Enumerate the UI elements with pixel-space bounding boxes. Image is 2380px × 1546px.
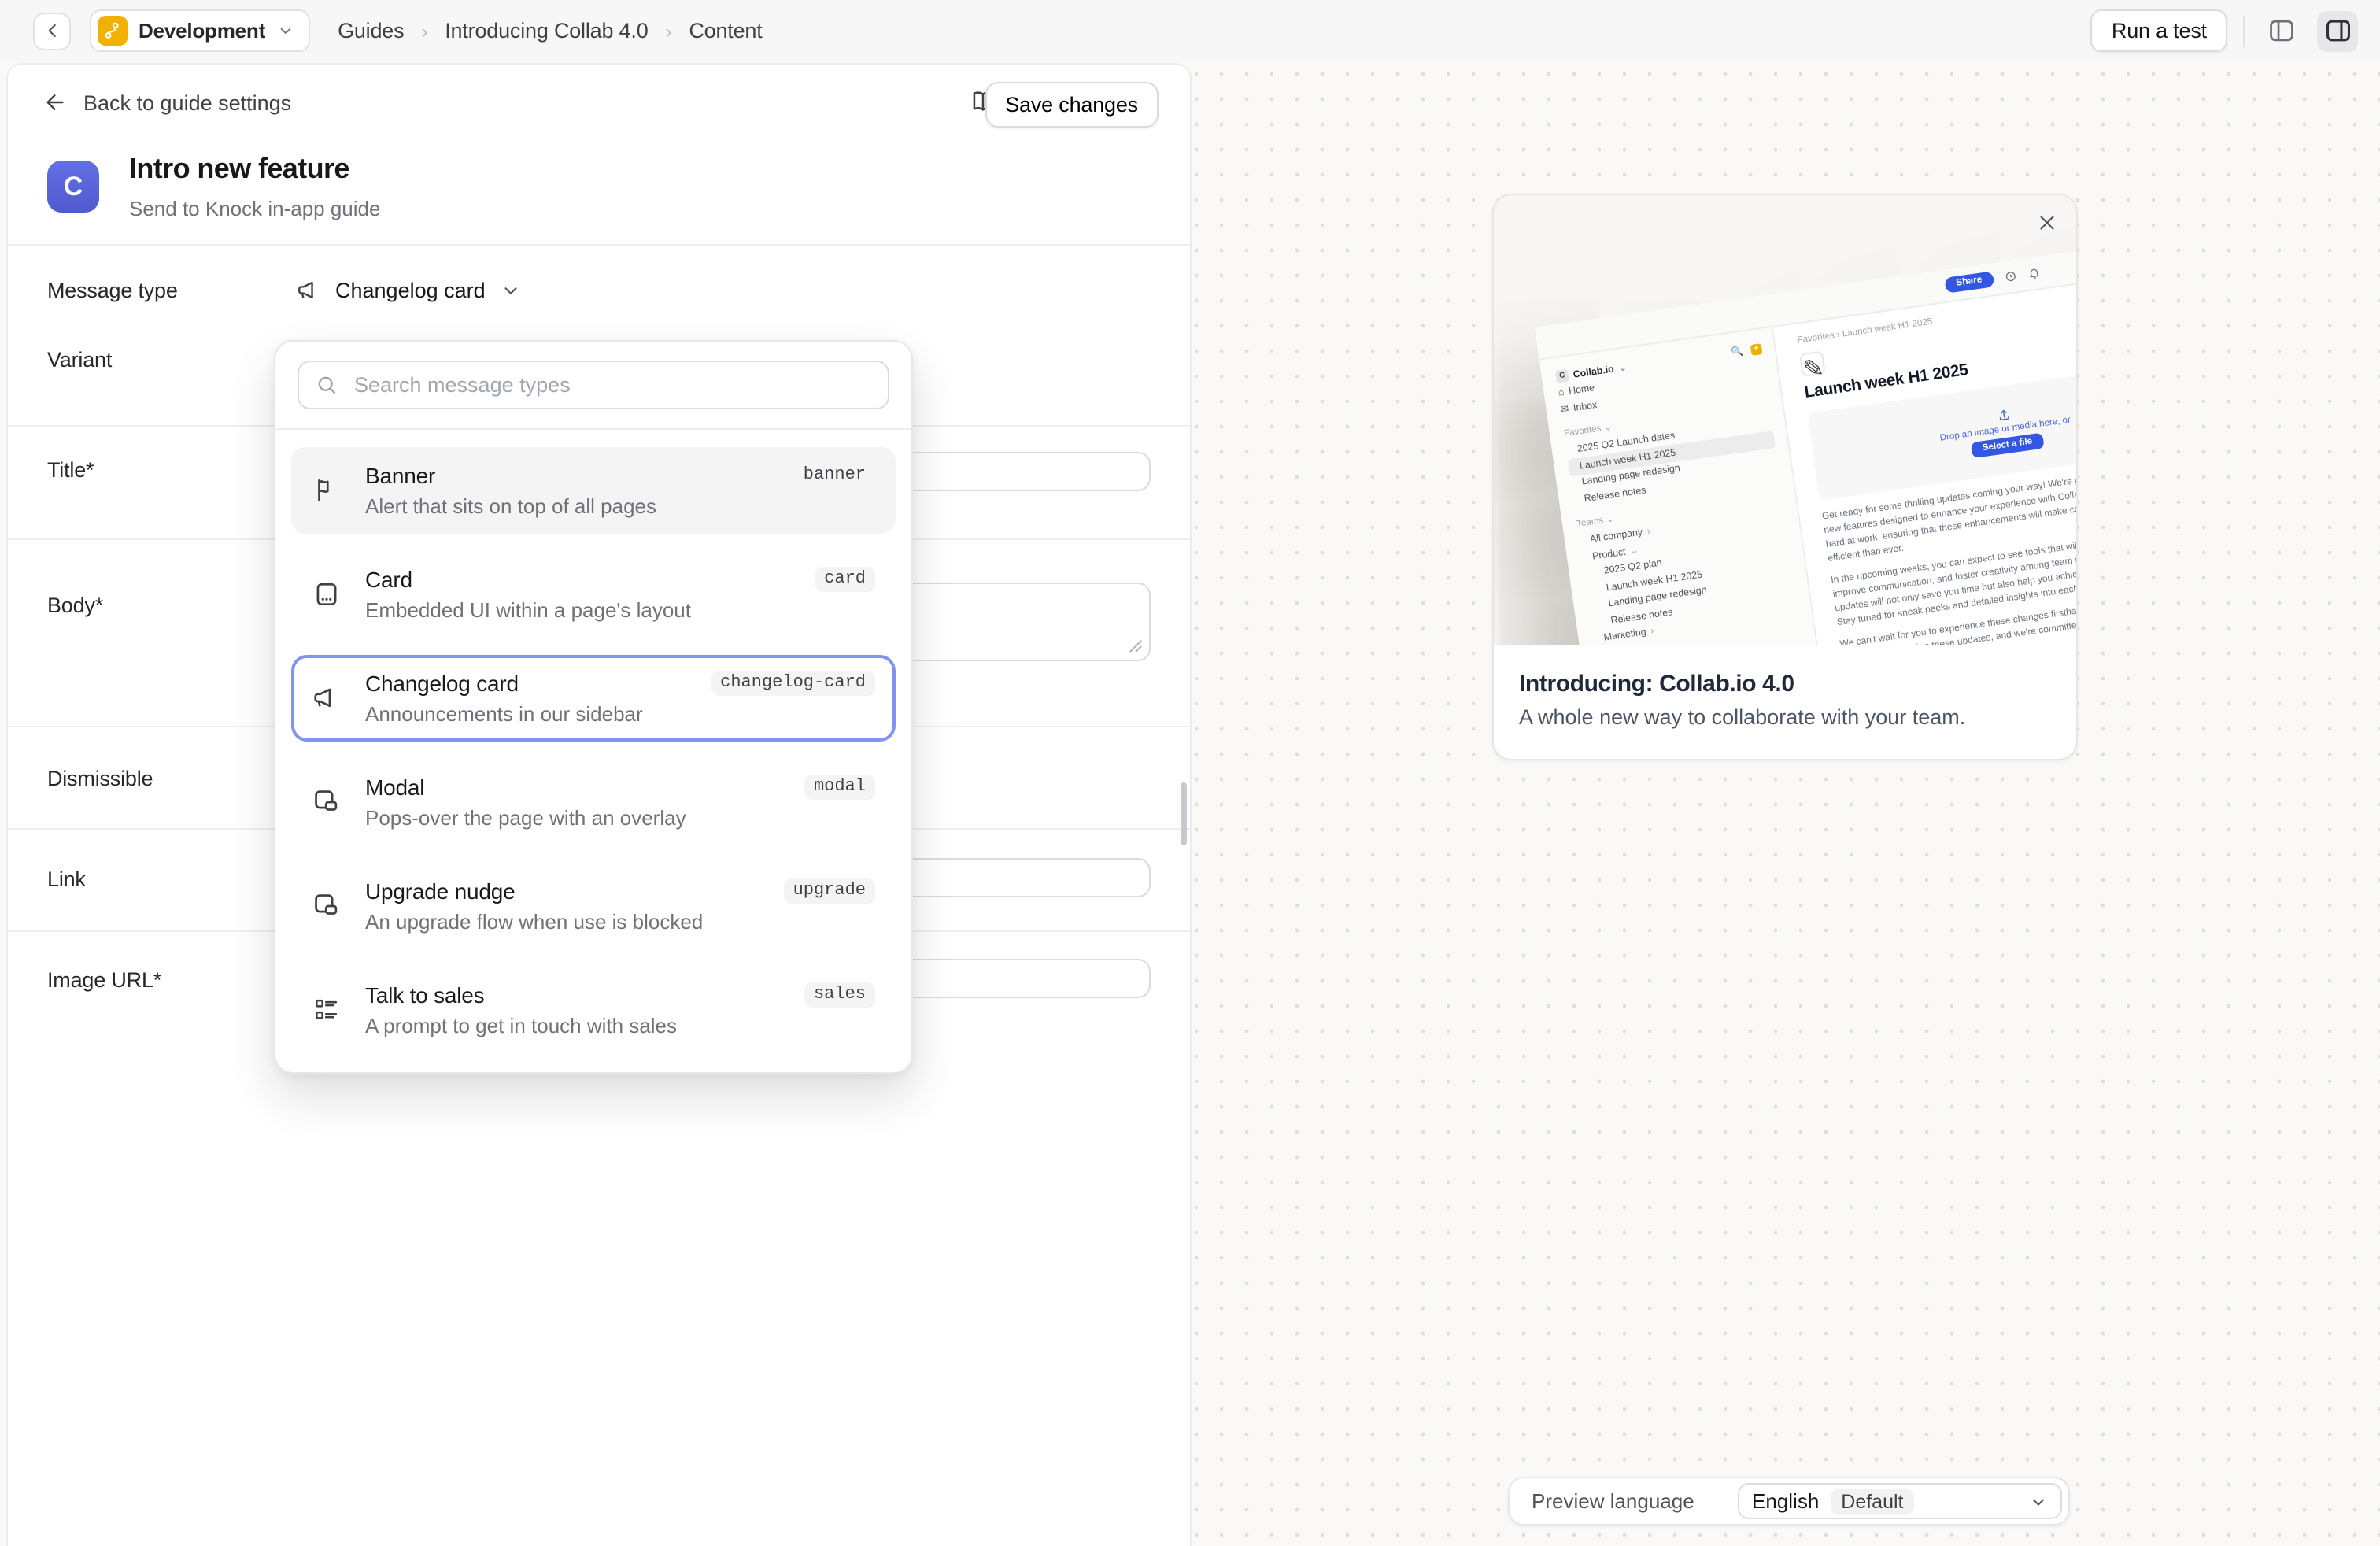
close-icon — [2035, 211, 2059, 235]
breadcrumb: Guides › Introducing Collab 4.0 › Conten… — [338, 19, 762, 43]
message-type-option-changelog-card[interactable]: Changelog card Announcements in our side… — [291, 655, 896, 742]
chevron-down-icon — [2029, 1492, 2048, 1511]
preview-card-footer: Introducing: Collab.io 4.0 A whole new w… — [1494, 645, 2076, 759]
top-bar: Development Guides › Introducing Collab … — [0, 0, 2380, 61]
chevron-down-icon — [276, 22, 294, 39]
back-link-label: Back to guide settings — [83, 91, 291, 114]
arrow-left-icon — [42, 90, 68, 115]
option-description: Announcements in our sidebar — [365, 702, 643, 726]
option-code-badge: card — [815, 567, 875, 592]
preview-card-subtitle: A whole new way to collaborate with your… — [1519, 705, 2051, 729]
megaphone-icon — [296, 277, 323, 304]
message-type-option-modal[interactable]: Modal Pops-over the page with an overlay… — [291, 759, 896, 845]
megaphone-icon — [312, 683, 342, 713]
guide-avatar: C — [47, 161, 99, 213]
option-code-badge: modal — [804, 775, 875, 800]
breadcrumb-guide-name[interactable]: Introducing Collab 4.0 — [445, 19, 648, 43]
preview-card-title: Introducing: Collab.io 4.0 — [1519, 671, 2051, 697]
back-chevron-button[interactable] — [33, 12, 71, 50]
option-code-badge: sales — [804, 982, 875, 1008]
language-value: English — [1752, 1489, 1819, 1513]
chevron-down-icon — [501, 280, 522, 301]
message-type-label: Message type — [47, 279, 178, 302]
close-button[interactable] — [2035, 211, 2059, 235]
search-input[interactable] — [351, 372, 872, 398]
message-type-option-card[interactable]: Card Embedded UI within a page's layout … — [291, 551, 896, 638]
option-title: Upgrade nudge — [365, 878, 703, 905]
modal-icon — [312, 787, 342, 817]
chevron-left-icon — [42, 20, 62, 41]
option-title: Changelog card — [365, 671, 643, 697]
title-field-label: Title* — [47, 458, 94, 482]
breadcrumb-separator-icon: › — [666, 20, 672, 42]
message-type-selector[interactable]: Changelog card — [296, 277, 522, 304]
mock-doc-icon: ✎ — [1799, 350, 1826, 377]
option-description: Alert that sits on top of all pages — [365, 494, 656, 518]
panel-right-icon — [2323, 16, 2352, 46]
body-field-label: Body* — [47, 594, 103, 617]
variant-label: Variant — [47, 348, 112, 372]
option-description: Pops-over the page with an overlay — [365, 806, 686, 830]
preview-language-label: Preview language — [1532, 1489, 1694, 1513]
search-icon — [315, 373, 338, 397]
environment-label: Development — [139, 19, 265, 43]
message-type-option-upgrade-nudge[interactable]: Upgrade nudge An upgrade flow when use i… — [291, 863, 896, 949]
image-url-field-label: Image URL* — [47, 968, 161, 992]
back-to-guide-settings-link[interactable]: Back to guide settings — [42, 90, 291, 115]
option-title: Modal — [365, 775, 686, 801]
overlay-icon — [312, 891, 342, 921]
page-subtitle: Send to Knock in-app guide — [129, 197, 380, 220]
breadcrumb-separator-icon: › — [421, 20, 427, 42]
divider — [275, 428, 911, 430]
breadcrumb-guides[interactable]: Guides — [338, 19, 404, 43]
option-title: Talk to sales — [365, 982, 677, 1009]
dismissible-label: Dismissible — [47, 767, 153, 790]
language-default-badge: Default — [1830, 1489, 1914, 1514]
git-branch-icon — [98, 16, 128, 46]
panel-left-icon — [2266, 16, 2296, 46]
option-description: An upgrade flow when use is blocked — [365, 910, 703, 934]
message-type-dropdown: Banner Alert that sits on top of all pag… — [274, 340, 913, 1074]
page-title: Intro new feature — [129, 153, 349, 186]
message-type-option-banner[interactable]: Banner Alert that sits on top of all pag… — [291, 447, 896, 534]
preview-language-bar: Preview language English Default — [1508, 1477, 2070, 1526]
toolbar-divider — [2243, 15, 2245, 46]
breadcrumb-content: Content — [689, 19, 762, 43]
mock-share-button: Share — [1944, 271, 1994, 293]
option-code-badge: banner — [794, 463, 875, 488]
option-description: A prompt to get in touch with sales — [365, 1014, 677, 1037]
save-changes-button[interactable]: Save changes — [985, 82, 1159, 128]
app-window: Development Guides › Introducing Collab … — [0, 0, 2380, 1546]
link-field-label: Link — [47, 867, 86, 891]
language-select[interactable]: English Default — [1738, 1483, 2062, 1519]
toggle-right-panel-button[interactable] — [2317, 10, 2358, 51]
option-code-badge: upgrade — [784, 878, 875, 904]
option-title: Banner — [365, 463, 656, 490]
option-description: Embedded UI within a page's layout — [365, 598, 691, 622]
divider — [8, 244, 1190, 246]
history-icon — [2003, 269, 2017, 283]
upload-icon — [1995, 406, 2011, 422]
toggle-left-panel-button[interactable] — [2260, 10, 2301, 51]
card-icon — [312, 579, 342, 609]
resize-handle-icon[interactable] — [1129, 639, 1143, 653]
message-type-value: Changelog card — [335, 279, 486, 302]
option-title: Card — [365, 567, 691, 594]
scrollbar-thumb[interactable] — [1181, 782, 1187, 845]
run-test-button[interactable]: Run a test — [2091, 9, 2227, 52]
message-type-search[interactable] — [298, 361, 889, 409]
bell-icon — [2027, 266, 2041, 280]
changelog-card-preview: Share CCollab.io⌄🔍+ ⌂Home ✉Inbox Favorit… — [1492, 194, 2078, 760]
option-code-badge: changelog-card — [711, 671, 875, 696]
flag-icon — [312, 475, 342, 505]
environment-switcher[interactable]: Development — [90, 9, 309, 52]
list-layout-icon — [312, 995, 342, 1025]
message-type-option-talk-to-sales[interactable]: Talk to sales A prompt to get in touch w… — [291, 967, 896, 1053]
